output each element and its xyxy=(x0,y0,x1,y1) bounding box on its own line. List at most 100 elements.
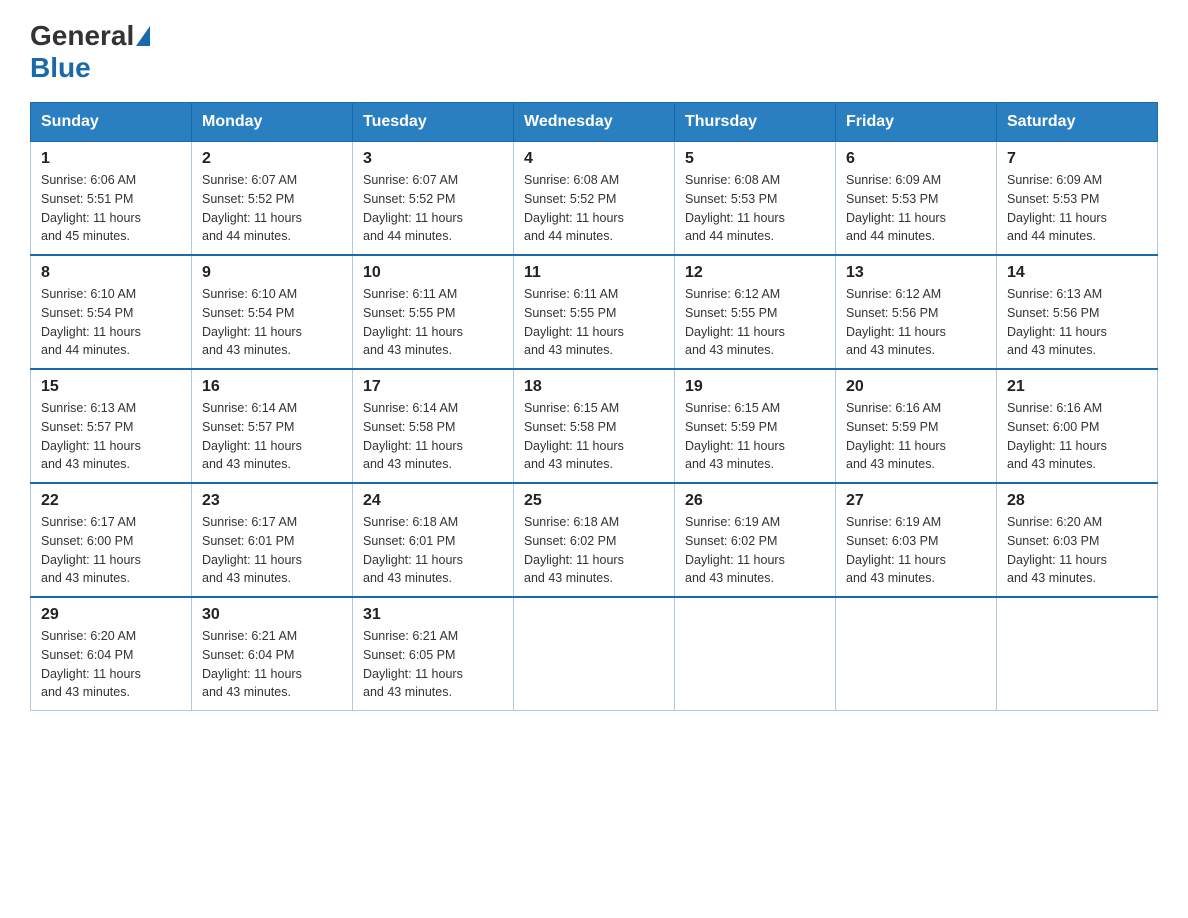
day-info: Sunrise: 6:17 AMSunset: 6:00 PMDaylight:… xyxy=(41,513,181,588)
day-number: 1 xyxy=(41,150,181,168)
day-number: 9 xyxy=(202,264,342,282)
header-monday: Monday xyxy=(192,103,353,142)
day-info: Sunrise: 6:14 AMSunset: 5:57 PMDaylight:… xyxy=(202,399,342,474)
calendar-week-row: 22Sunrise: 6:17 AMSunset: 6:00 PMDayligh… xyxy=(31,483,1158,597)
day-number: 21 xyxy=(1007,378,1147,396)
calendar-table: SundayMondayTuesdayWednesdayThursdayFrid… xyxy=(30,102,1158,711)
calendar-cell: 3 Sunrise: 6:07 AMSunset: 5:52 PMDaylight… xyxy=(353,142,514,256)
header-tuesday: Tuesday xyxy=(353,103,514,142)
day-info: Sunrise: 6:18 AMSunset: 6:02 PMDaylight:… xyxy=(524,513,664,588)
day-info: Sunrise: 6:08 AMSunset: 5:53 PMDaylight:… xyxy=(685,171,825,246)
day-number: 28 xyxy=(1007,492,1147,510)
day-info: Sunrise: 6:19 AMSunset: 6:02 PMDaylight:… xyxy=(685,513,825,588)
calendar-week-row: 15 Sunrise: 6:13 AMSunset: 5:57 PMDayligh… xyxy=(31,369,1158,483)
calendar-cell: 15 Sunrise: 6:13 AMSunset: 5:57 PMDayligh… xyxy=(31,369,192,483)
day-number: 27 xyxy=(846,492,986,510)
day-info: Sunrise: 6:15 AMSunset: 5:58 PMDaylight:… xyxy=(524,399,664,474)
calendar-cell: 30 Sunrise: 6:21 AMSunset: 6:04 PMDayligh… xyxy=(192,597,353,711)
header-thursday: Thursday xyxy=(675,103,836,142)
calendar-week-row: 1Sunrise: 6:06 AMSunset: 5:51 PMDaylight… xyxy=(31,142,1158,256)
day-info: Sunrise: 6:21 AMSunset: 6:04 PMDaylight:… xyxy=(202,627,342,702)
day-info: Sunrise: 6:13 AMSunset: 5:57 PMDaylight:… xyxy=(41,399,181,474)
calendar-cell: 20Sunrise: 6:16 AMSunset: 5:59 PMDayligh… xyxy=(836,369,997,483)
calendar-header-row: SundayMondayTuesdayWednesdayThursdayFrid… xyxy=(31,103,1158,142)
calendar-cell: 2 Sunrise: 6:07 AMSunset: 5:52 PMDaylight… xyxy=(192,142,353,256)
calendar-cell: 27 Sunrise: 6:19 AMSunset: 6:03 PMDayligh… xyxy=(836,483,997,597)
calendar-cell: 24Sunrise: 6:18 AMSunset: 6:01 PMDayligh… xyxy=(353,483,514,597)
day-number: 15 xyxy=(41,378,181,396)
day-number: 8 xyxy=(41,264,181,282)
header-wednesday: Wednesday xyxy=(514,103,675,142)
day-info: Sunrise: 6:15 AMSunset: 5:59 PMDaylight:… xyxy=(685,399,825,474)
day-info: Sunrise: 6:20 AMSunset: 6:03 PMDaylight:… xyxy=(1007,513,1147,588)
day-number: 10 xyxy=(363,264,503,282)
logo: General Blue xyxy=(30,20,152,84)
day-number: 12 xyxy=(685,264,825,282)
calendar-cell: 18 Sunrise: 6:15 AMSunset: 5:58 PMDayligh… xyxy=(514,369,675,483)
calendar-cell xyxy=(675,597,836,711)
day-number: 25 xyxy=(524,492,664,510)
day-info: Sunrise: 6:11 AMSunset: 5:55 PMDaylight:… xyxy=(524,285,664,360)
calendar-cell xyxy=(836,597,997,711)
day-info: Sunrise: 6:12 AMSunset: 5:55 PMDaylight:… xyxy=(685,285,825,360)
day-info: Sunrise: 6:14 AMSunset: 5:58 PMDaylight:… xyxy=(363,399,503,474)
logo-general-text: General xyxy=(30,20,134,52)
day-number: 24 xyxy=(363,492,503,510)
calendar-cell: 12 Sunrise: 6:12 AMSunset: 5:55 PMDayligh… xyxy=(675,255,836,369)
calendar-cell: 8 Sunrise: 6:10 AMSunset: 5:54 PMDaylight… xyxy=(31,255,192,369)
day-info: Sunrise: 6:07 AMSunset: 5:52 PMDaylight:… xyxy=(202,171,342,246)
calendar-cell: 9Sunrise: 6:10 AMSunset: 5:54 PMDaylight… xyxy=(192,255,353,369)
calendar-cell: 19Sunrise: 6:15 AMSunset: 5:59 PMDayligh… xyxy=(675,369,836,483)
day-number: 31 xyxy=(363,606,503,624)
day-number: 17 xyxy=(363,378,503,396)
page-header: General Blue xyxy=(30,20,1158,84)
day-number: 3 xyxy=(363,150,503,168)
calendar-cell: 21 Sunrise: 6:16 AMSunset: 6:00 PMDayligh… xyxy=(997,369,1158,483)
calendar-cell: 31 Sunrise: 6:21 AMSunset: 6:05 PMDayligh… xyxy=(353,597,514,711)
logo-blue-text: Blue xyxy=(30,52,91,83)
calendar-cell: 1Sunrise: 6:06 AMSunset: 5:51 PMDaylight… xyxy=(31,142,192,256)
day-number: 2 xyxy=(202,150,342,168)
day-info: Sunrise: 6:10 AMSunset: 5:54 PMDaylight:… xyxy=(41,285,181,360)
day-info: Sunrise: 6:19 AMSunset: 6:03 PMDaylight:… xyxy=(846,513,986,588)
day-info: Sunrise: 6:17 AMSunset: 6:01 PMDaylight:… xyxy=(202,513,342,588)
day-number: 23 xyxy=(202,492,342,510)
calendar-week-row: 29 Sunrise: 6:20 AMSunset: 6:04 PMDayligh… xyxy=(31,597,1158,711)
day-info: Sunrise: 6:13 AMSunset: 5:56 PMDaylight:… xyxy=(1007,285,1147,360)
day-number: 6 xyxy=(846,150,986,168)
day-info: Sunrise: 6:12 AMSunset: 5:56 PMDaylight:… xyxy=(846,285,986,360)
day-number: 4 xyxy=(524,150,664,168)
day-info: Sunrise: 6:07 AMSunset: 5:52 PMDaylight:… xyxy=(363,171,503,246)
calendar-cell: 26Sunrise: 6:19 AMSunset: 6:02 PMDayligh… xyxy=(675,483,836,597)
day-info: Sunrise: 6:20 AMSunset: 6:04 PMDaylight:… xyxy=(41,627,181,702)
calendar-cell: 13 Sunrise: 6:12 AMSunset: 5:56 PMDayligh… xyxy=(836,255,997,369)
calendar-cell xyxy=(514,597,675,711)
calendar-cell: 29 Sunrise: 6:20 AMSunset: 6:04 PMDayligh… xyxy=(31,597,192,711)
day-number: 29 xyxy=(41,606,181,624)
calendar-cell: 6 Sunrise: 6:09 AMSunset: 5:53 PMDaylight… xyxy=(836,142,997,256)
calendar-cell: 14 Sunrise: 6:13 AMSunset: 5:56 PMDayligh… xyxy=(997,255,1158,369)
calendar-cell xyxy=(997,597,1158,711)
day-number: 18 xyxy=(524,378,664,396)
day-info: Sunrise: 6:21 AMSunset: 6:05 PMDaylight:… xyxy=(363,627,503,702)
day-number: 14 xyxy=(1007,264,1147,282)
calendar-cell: 5 Sunrise: 6:08 AMSunset: 5:53 PMDaylight… xyxy=(675,142,836,256)
day-number: 11 xyxy=(524,264,664,282)
day-info: Sunrise: 6:11 AMSunset: 5:55 PMDaylight:… xyxy=(363,285,503,360)
calendar-cell: 28 Sunrise: 6:20 AMSunset: 6:03 PMDayligh… xyxy=(997,483,1158,597)
day-info: Sunrise: 6:09 AMSunset: 5:53 PMDaylight:… xyxy=(846,171,986,246)
day-number: 7 xyxy=(1007,150,1147,168)
day-number: 20 xyxy=(846,378,986,396)
day-info: Sunrise: 6:16 AMSunset: 6:00 PMDaylight:… xyxy=(1007,399,1147,474)
calendar-cell: 17 Sunrise: 6:14 AMSunset: 5:58 PMDayligh… xyxy=(353,369,514,483)
header-sunday: Sunday xyxy=(31,103,192,142)
day-number: 5 xyxy=(685,150,825,168)
day-info: Sunrise: 6:08 AMSunset: 5:52 PMDaylight:… xyxy=(524,171,664,246)
day-number: 13 xyxy=(846,264,986,282)
day-number: 30 xyxy=(202,606,342,624)
calendar-cell: 4 Sunrise: 6:08 AMSunset: 5:52 PMDaylight… xyxy=(514,142,675,256)
day-number: 16 xyxy=(202,378,342,396)
day-info: Sunrise: 6:09 AMSunset: 5:53 PMDaylight:… xyxy=(1007,171,1147,246)
calendar-week-row: 8 Sunrise: 6:10 AMSunset: 5:54 PMDaylight… xyxy=(31,255,1158,369)
calendar-cell: 22Sunrise: 6:17 AMSunset: 6:00 PMDayligh… xyxy=(31,483,192,597)
